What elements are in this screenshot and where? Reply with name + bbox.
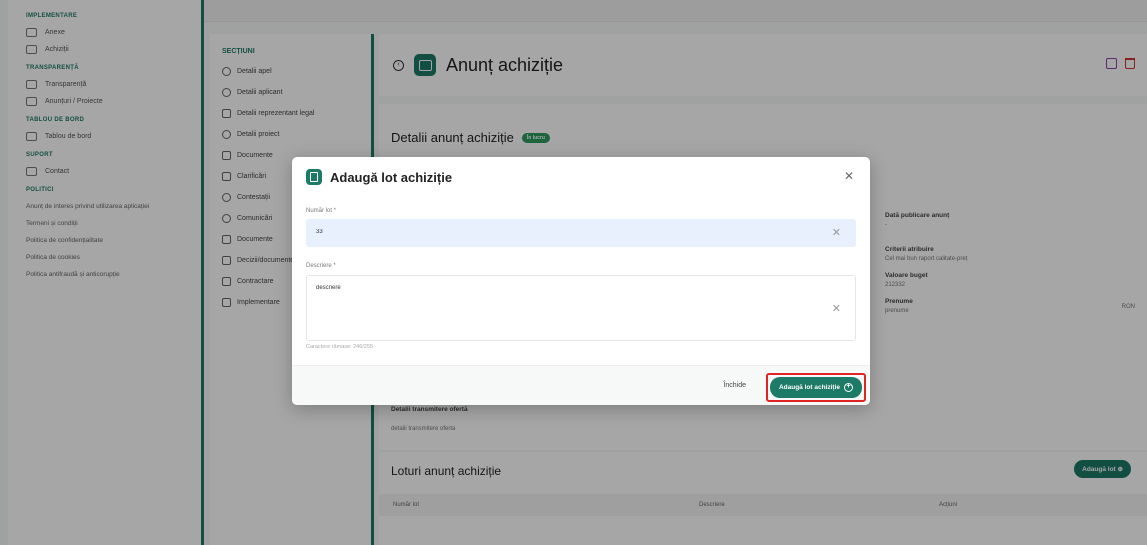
modal-header: Adaugă lot achiziție: [306, 169, 452, 185]
description-textarea[interactable]: descriere: [316, 285, 796, 333]
description-label: Descriere *: [306, 263, 336, 269]
clear-lot-number-icon[interactable]: ✕: [832, 226, 841, 239]
add-lot-modal: Adaugă lot achiziție ✕ Număr lot * ✕ Des…: [292, 157, 870, 405]
lot-number-field-box: ✕: [306, 219, 856, 247]
modal-footer: Închide Adaugă lot achiziție +: [292, 365, 870, 405]
plus-circle-icon: +: [844, 383, 853, 392]
close-icon[interactable]: ✕: [844, 169, 854, 183]
modal-title: Adaugă lot achiziție: [330, 169, 453, 185]
add-lot-submit-button[interactable]: Adaugă lot achiziție +: [769, 377, 862, 398]
char-counter: Caractere rămase: 246/255: [306, 344, 373, 350]
file-plus-icon: [306, 169, 322, 185]
close-button[interactable]: Închide: [723, 382, 746, 389]
submit-highlight-frame: Adaugă lot achiziție +: [765, 373, 866, 402]
lot-number-input[interactable]: [316, 229, 796, 235]
submit-label: Adaugă lot achiziție: [778, 384, 840, 391]
lot-number-label: Număr lot *: [306, 208, 337, 214]
description-field-box: descriere ✕: [306, 275, 856, 341]
clear-description-icon[interactable]: ✕: [832, 302, 841, 315]
